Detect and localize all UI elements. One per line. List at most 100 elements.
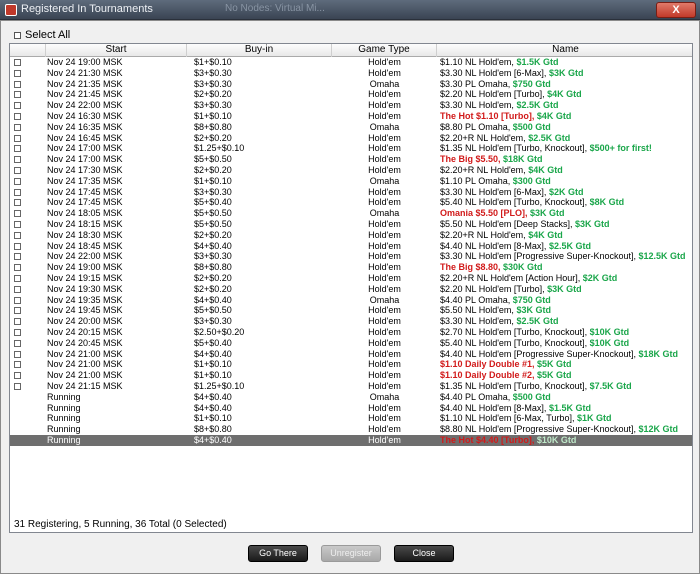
select-all-checkbox[interactable]: Select All	[14, 29, 70, 41]
start-cell: Nov 24 21:00 MSK	[47, 348, 123, 359]
table-row[interactable]: Nov 24 16:35 MSK $8+$0.80 Omaha $8.80 PL Om…	[10, 122, 692, 133]
table-row[interactable]: Nov 24 21:45 MSK $2+$0.20 Hold'em $2.20 NL …	[10, 89, 692, 100]
table-row[interactable]: Nov 24 19:45 MSK $5+$0.50 Hold'em $5.50 NL …	[10, 305, 692, 316]
row-checkbox[interactable]	[14, 69, 21, 77]
row-checkbox[interactable]	[14, 145, 21, 153]
buyin-cell: $1+$0.10	[194, 57, 232, 67]
game-type-cell: Hold'em	[368, 316, 401, 327]
row-checkbox[interactable]	[14, 328, 21, 336]
row-checkbox[interactable]	[14, 350, 21, 358]
row-checkbox[interactable]	[14, 339, 21, 347]
table-row[interactable]: Running $4+$0.40 Hold'em $4.40 NL Hold'em […	[10, 403, 692, 414]
row-checkbox[interactable]	[14, 382, 21, 390]
row-checkbox[interactable]	[14, 372, 21, 380]
table-row[interactable]: Nov 24 21:00 MSK $4+$0.40 Hold'em $4.40 NL …	[10, 349, 692, 360]
table-row[interactable]: Nov 24 21:15 MSK $1.25+$0.10 Hold'em $1.35 …	[10, 381, 692, 392]
row-checkbox[interactable]	[14, 231, 21, 239]
table-row[interactable]: Nov 24 18:45 MSK $4+$0.40 Hold'em $4.40 NL …	[10, 241, 692, 252]
row-checkbox[interactable]	[14, 166, 21, 174]
table-row[interactable]: Nov 24 16:30 MSK $1+$0.10 Hold'em The Hot $…	[10, 111, 692, 122]
column-header-check[interactable]	[10, 44, 46, 57]
table-row[interactable]: Nov 24 22:00 MSK $3+$0.30 Hold'em $3.30 NL …	[10, 100, 692, 111]
start-cell: Running	[47, 424, 81, 435]
table-row[interactable]: Nov 24 16:45 MSK $2+$0.20 Hold'em $2.20+R N…	[10, 133, 692, 144]
table-row[interactable]: Running $4+$0.40 Hold'em The Hot $4.40 [Tur…	[10, 434, 692, 446]
table-row[interactable]: Nov 24 18:30 MSK $2+$0.20 Hold'em $2.20+R N…	[10, 230, 692, 241]
row-checkbox[interactable]	[14, 361, 21, 369]
row-checkbox[interactable]	[14, 112, 21, 120]
table-row[interactable]: Nov 24 18:15 MSK $5+$0.50 Hold'em $5.50 NL …	[10, 219, 692, 230]
buyin-cell: $2.50+$0.20	[194, 326, 245, 337]
tournament-name: $4.40 NL Hold'em [8-Max],	[440, 402, 549, 413]
table-row[interactable]: Nov 24 21:00 MSK $1+$0.10 Hold'em $1.10 Dai…	[10, 370, 692, 381]
name-cell: $5.50 NL Hold'em, $3K Gtd	[440, 305, 551, 316]
row-checkbox[interactable]	[14, 91, 21, 99]
buyin-cell: $8+$0.80	[194, 262, 232, 273]
name-cell: $3.30 NL Hold'em, $2.5K Gtd	[440, 316, 558, 327]
unregister-button[interactable]: Unregister	[321, 545, 381, 562]
row-checkbox[interactable]	[14, 307, 21, 315]
row-checkbox[interactable]	[14, 220, 21, 228]
column-header-name[interactable]: Name	[437, 44, 692, 57]
row-checkbox[interactable]	[14, 123, 21, 131]
column-header-start[interactable]: Start	[46, 44, 187, 57]
table-row[interactable]: Running $8+$0.80 Hold'em $8.80 NL Hold'em […	[10, 424, 692, 435]
table-row[interactable]: Nov 24 17:00 MSK $5+$0.50 Hold'em The Big $…	[10, 154, 692, 165]
game-type-cell: Omaha	[369, 175, 400, 186]
column-header-buyin[interactable]: Buy-in	[187, 44, 332, 57]
row-checkbox[interactable]	[14, 210, 21, 218]
table-row[interactable]: Nov 24 21:30 MSK $3+$0.30 Hold'em $3.30 NL …	[10, 68, 692, 79]
buyin-cell: $4+$0.40	[194, 240, 232, 251]
table-row[interactable]: Nov 24 18:05 MSK $5+$0.50 Omaha Omania $5.5…	[10, 208, 692, 219]
row-checkbox[interactable]	[14, 80, 21, 88]
table-row[interactable]: Nov 24 17:30 MSK $2+$0.20 Hold'em $2.20+R N…	[10, 165, 692, 176]
row-checkbox[interactable]	[14, 274, 21, 282]
game-type-cell: Hold'em	[368, 402, 401, 413]
table-row[interactable]: Running $4+$0.40 Omaha $4.40 PL Omaha, $500…	[10, 392, 692, 403]
row-checkbox[interactable]	[14, 318, 21, 326]
table-row[interactable]: Nov 24 17:00 MSK $1.25+$0.10 Hold'em $1.35 …	[10, 143, 692, 154]
row-checkbox[interactable]	[14, 242, 21, 250]
window-close-button[interactable]: X	[656, 2, 696, 18]
row-checkbox[interactable]	[14, 59, 21, 66]
row-checkbox[interactable]	[14, 285, 21, 293]
table-row[interactable]: Nov 24 19:00 MSK $1+$0.10 Hold'em $1.10 NL …	[10, 57, 692, 68]
row-checkbox[interactable]	[14, 253, 21, 261]
start-cell: Nov 24 18:05 MSK	[47, 208, 123, 219]
table-row[interactable]: Nov 24 21:00 MSK $1+$0.10 Hold'em $1.10 Dai…	[10, 359, 692, 370]
app-icon	[5, 4, 17, 16]
table-row[interactable]: Nov 24 19:30 MSK $2+$0.20 Hold'em $2.20 NL …	[10, 284, 692, 295]
table-row[interactable]: Nov 24 19:15 MSK $2+$0.20 Hold'em $2.20+R N…	[10, 273, 692, 284]
go-there-button[interactable]: Go There	[248, 545, 308, 562]
table-row[interactable]: Nov 24 20:00 MSK $3+$0.30 Hold'em $3.30 NL …	[10, 316, 692, 327]
table-row[interactable]: Nov 24 17:45 MSK $3+$0.30 Hold'em $3.30 NL …	[10, 187, 692, 198]
row-checkbox[interactable]	[14, 264, 21, 272]
table-row[interactable]: Nov 24 17:45 MSK $5+$0.40 Hold'em $5.40 NL …	[10, 197, 692, 208]
checkbox-box[interactable]	[14, 31, 21, 39]
table-row[interactable]: Nov 24 20:15 MSK $2.50+$0.20 Hold'em $2.70 …	[10, 327, 692, 338]
table-row[interactable]: Nov 24 22:00 MSK $3+$0.30 Hold'em $3.30 NL …	[10, 251, 692, 262]
start-cell: Nov 24 21:30 MSK	[47, 67, 123, 78]
table-row[interactable]: Nov 24 20:45 MSK $5+$0.40 Hold'em $5.40 NL …	[10, 338, 692, 349]
column-header-game-type[interactable]: Game Type	[332, 44, 437, 57]
start-cell: Running	[47, 413, 81, 424]
start-cell: Nov 24 21:45 MSK	[47, 89, 123, 100]
row-checkbox[interactable]	[14, 177, 21, 185]
table-row[interactable]: Nov 24 19:35 MSK $4+$0.40 Omaha $4.40 PL Om…	[10, 295, 692, 306]
row-checkbox[interactable]	[14, 156, 21, 164]
table-row[interactable]: Running $1+$0.10 Hold'em $1.10 NL Hold'em […	[10, 413, 692, 424]
guarantee-text: $10K Gtd	[589, 326, 630, 337]
buyin-cell: $5+$0.40	[194, 197, 232, 208]
close-button[interactable]: Close	[394, 545, 454, 562]
row-checkbox[interactable]	[14, 102, 21, 110]
row-checkbox[interactable]	[14, 188, 21, 196]
table-row[interactable]: Nov 24 17:35 MSK $1+$0.10 Omaha $1.10 PL Om…	[10, 176, 692, 187]
row-checkbox[interactable]	[14, 199, 21, 207]
row-checkbox[interactable]	[14, 296, 21, 304]
table-row[interactable]: Nov 24 19:00 MSK $8+$0.80 Hold'em The Big $…	[10, 262, 692, 273]
start-cell: Nov 24 16:30 MSK	[47, 110, 123, 121]
name-cell: $1.10 NL Hold'em, $1.5K Gtd	[440, 57, 558, 68]
name-cell: $2.70 NL Hold'em [Turbo, Knockout], $10K…	[440, 327, 629, 338]
table-row[interactable]: Nov 24 21:35 MSK $3+$0.30 Omaha $3.30 PL Om…	[10, 79, 692, 90]
row-checkbox[interactable]	[14, 134, 21, 142]
